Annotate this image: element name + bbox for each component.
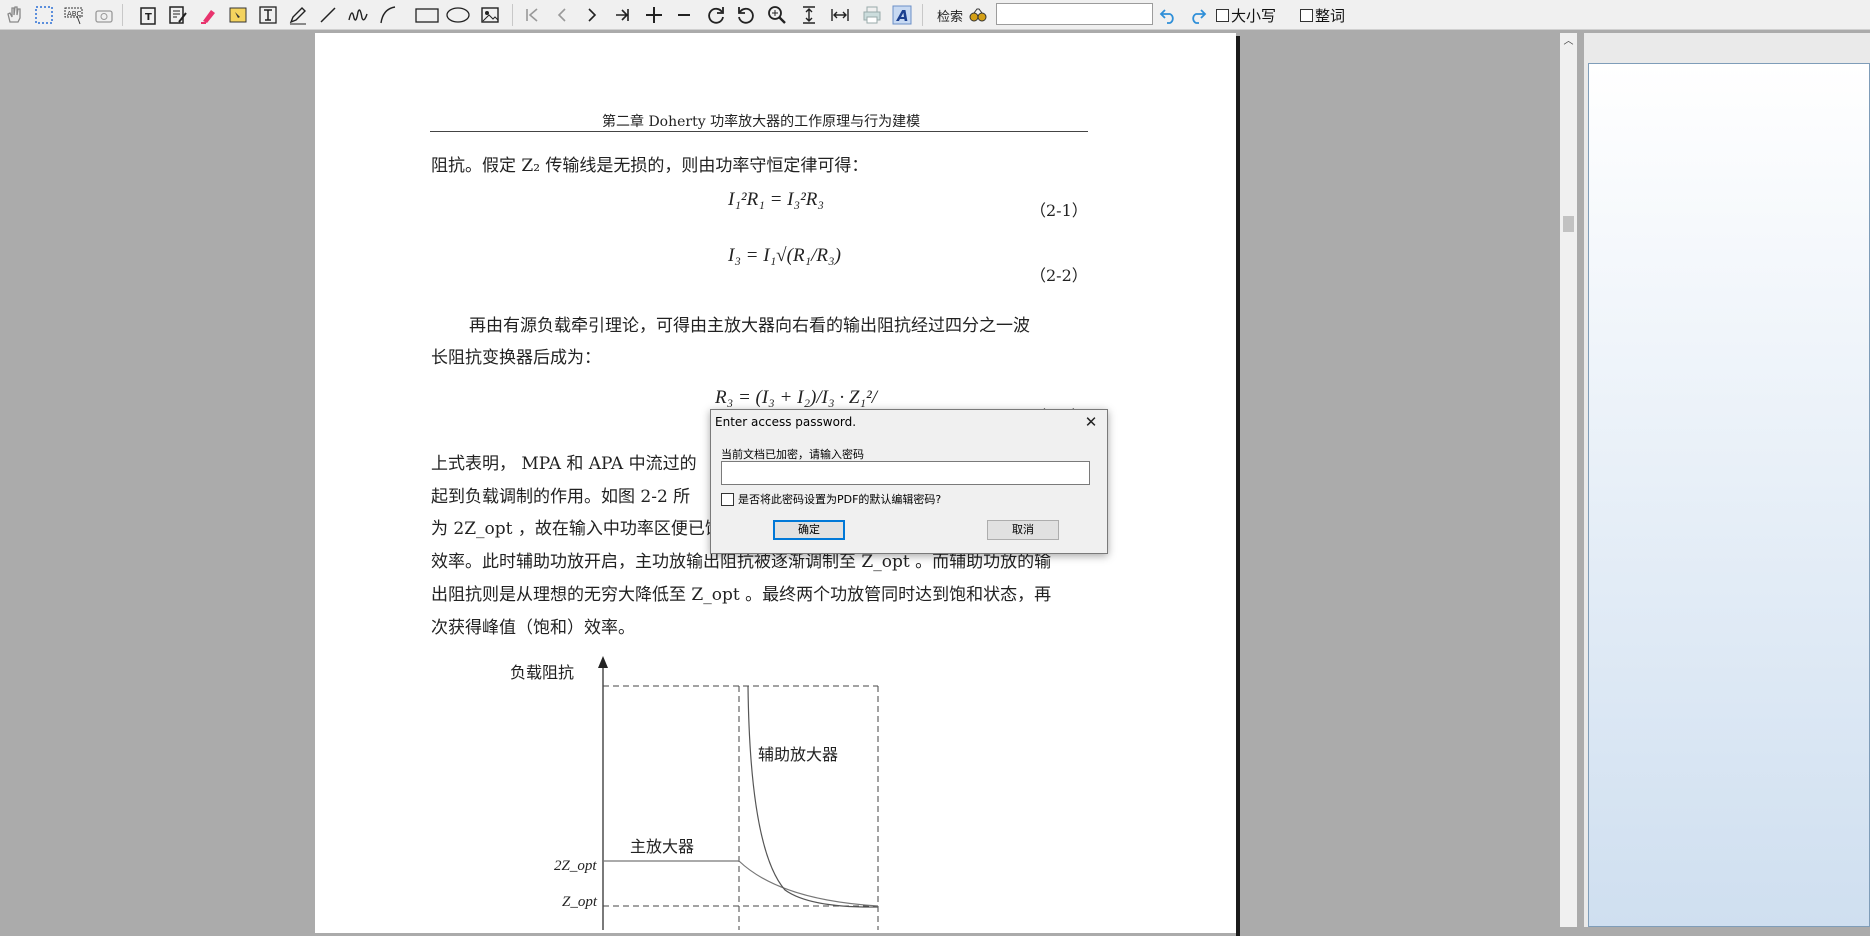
print-icon[interactable] bbox=[860, 3, 884, 27]
ok-button[interactable]: 确定 bbox=[773, 520, 845, 540]
pencil-icon[interactable] bbox=[286, 3, 310, 27]
equation-number: （2-2） bbox=[1030, 266, 1088, 285]
whole-word-checkbox[interactable]: 整词 bbox=[1300, 5, 1345, 26]
equation-number: （2-1） bbox=[1030, 201, 1088, 220]
load-impedance-figure: 负载阻抗 2Z_opt Z_opt 主放大器 辅助放大器 bbox=[510, 656, 879, 930]
hand-icon[interactable] bbox=[2, 3, 26, 27]
search-label: 检索 bbox=[937, 10, 964, 25]
password-field[interactable] bbox=[721, 461, 1090, 485]
dialog-prompt: 当前文档已加密，请输入密码 bbox=[721, 448, 864, 461]
last-page-icon[interactable] bbox=[610, 3, 634, 27]
close-icon[interactable]: ✕ bbox=[1081, 411, 1101, 433]
ellipse-icon[interactable] bbox=[444, 3, 472, 27]
redo-icon[interactable] bbox=[1186, 3, 1210, 27]
next-page-icon[interactable] bbox=[580, 3, 604, 27]
arc-icon[interactable] bbox=[376, 3, 400, 27]
cancel-button[interactable]: 取消 bbox=[987, 520, 1059, 540]
freehand-icon[interactable] bbox=[346, 3, 370, 27]
rotate-ccw-icon[interactable] bbox=[734, 3, 758, 27]
text-line: 阻抗。假定 Z₂ 传输线是无损的，则由功率守恒定律可得： bbox=[431, 156, 869, 176]
default-password-box[interactable] bbox=[721, 492, 734, 506]
equation-2-3: R₃ = (I₃ + I₂)/I₃ · Z₁²/ bbox=[715, 387, 877, 408]
side-panel-content bbox=[1588, 63, 1870, 927]
header-rule bbox=[430, 131, 1088, 132]
font-icon[interactable]: A bbox=[890, 3, 914, 27]
whole-word-box[interactable] bbox=[1300, 9, 1313, 22]
select-rect-icon[interactable] bbox=[32, 3, 56, 27]
first-page-icon[interactable] bbox=[520, 3, 544, 27]
series-main-amplifier-line bbox=[603, 860, 879, 907]
text-box-icon[interactable] bbox=[256, 3, 280, 27]
series-auxiliary-amplifier-label: 辅助放大器 bbox=[758, 745, 838, 764]
scroll-thumb[interactable] bbox=[1563, 216, 1574, 232]
undo-icon[interactable] bbox=[1156, 3, 1180, 27]
text-line: 再由有源负载牵引理论，可得由主放大器向右看的输出阻抗经过四分之一波 bbox=[469, 316, 1030, 336]
magnifier-icon[interactable] bbox=[765, 3, 789, 27]
vertical-scrollbar[interactable]: ︿ bbox=[1560, 33, 1577, 927]
svg-text:A: A bbox=[896, 7, 909, 25]
edit-note-icon[interactable] bbox=[166, 3, 190, 27]
line-icon[interactable] bbox=[316, 3, 340, 27]
y-axis-label: 负载阻抗 bbox=[510, 663, 574, 682]
y-axis-arrow bbox=[598, 656, 608, 668]
text-line: 长阻抗变换器后成为： bbox=[431, 348, 601, 368]
highlighter-icon[interactable] bbox=[196, 3, 220, 27]
fit-width-icon[interactable] bbox=[828, 3, 852, 27]
series-main-amplifier-label: 主放大器 bbox=[630, 837, 694, 856]
page-edge bbox=[1236, 36, 1240, 936]
prev-page-icon[interactable] bbox=[550, 3, 574, 27]
image-annot-icon[interactable] bbox=[226, 3, 250, 27]
text-select-icon[interactable]: ABC bbox=[62, 3, 86, 27]
fit-height-icon[interactable] bbox=[797, 3, 821, 27]
svg-text:ABC: ABC bbox=[67, 10, 81, 18]
toolbar: ABC T A 检索 大小写 整词 bbox=[0, 0, 1870, 30]
search-tool-icon[interactable] bbox=[966, 3, 990, 27]
match-case-label: 大小写 bbox=[1231, 7, 1277, 25]
text-line: 上式表明， MPA 和 APA 中流过的 bbox=[431, 454, 697, 474]
dialog-title: Enter access password. bbox=[715, 415, 857, 429]
zoom-in-icon[interactable] bbox=[642, 3, 666, 27]
text-line: 起到负载调制的作用。如图 2-2 所 bbox=[431, 487, 691, 507]
scroll-up-arrow[interactable]: ︿ bbox=[1560, 33, 1577, 50]
equation-2-1: I₁²R₁ = I₃²R₃ bbox=[728, 189, 825, 210]
rotate-cw-icon[interactable] bbox=[704, 3, 728, 27]
default-password-checkbox[interactable]: 是否将此密码设置为PDF的默认编辑密码? bbox=[721, 491, 941, 507]
snapshot-icon[interactable] bbox=[92, 3, 116, 27]
equation-2-2: I₃ = I₁√(R₁/R₃) bbox=[728, 245, 841, 266]
zoom-out-icon[interactable] bbox=[672, 3, 696, 27]
whole-word-label: 整词 bbox=[1315, 7, 1346, 25]
side-panel bbox=[1584, 33, 1870, 927]
password-dialog: Enter access password. ✕ 当前文档已加密，请输入密码 是… bbox=[710, 409, 1108, 554]
y-tick-2zopt: 2Z_opt bbox=[554, 858, 597, 874]
match-case-box[interactable] bbox=[1216, 9, 1229, 22]
insert-image-icon[interactable] bbox=[478, 3, 502, 27]
y-tick-zopt: Z_opt bbox=[562, 894, 598, 910]
clipboard-text-icon[interactable]: T bbox=[136, 3, 160, 27]
dialog-body: 当前文档已加密，请输入密码 是否将此密码设置为PDF的默认编辑密码? 确定 取消 bbox=[711, 436, 1107, 553]
text-line: 次获得峰值（饱和）效率。 bbox=[431, 618, 635, 638]
running-head: 第二章 Doherty 功率放大器的工作原理与行为建模 bbox=[602, 114, 921, 130]
match-case-checkbox[interactable]: 大小写 bbox=[1216, 5, 1276, 26]
text-line: 出阻抗则是从理想的无穷大降低至 Z_opt 。最终两个功放管同时达到饱和状态，再 bbox=[431, 585, 1052, 605]
svg-text:T: T bbox=[145, 12, 152, 23]
series-auxiliary-amplifier-line bbox=[747, 685, 879, 908]
rectangle-icon[interactable] bbox=[413, 3, 441, 27]
text-line: 为 2Z_opt ，故在输入中功率区便已饱 bbox=[431, 519, 722, 539]
default-password-label: 是否将此密码设置为PDF的默认编辑密码? bbox=[738, 493, 942, 506]
search-input[interactable] bbox=[996, 3, 1153, 25]
